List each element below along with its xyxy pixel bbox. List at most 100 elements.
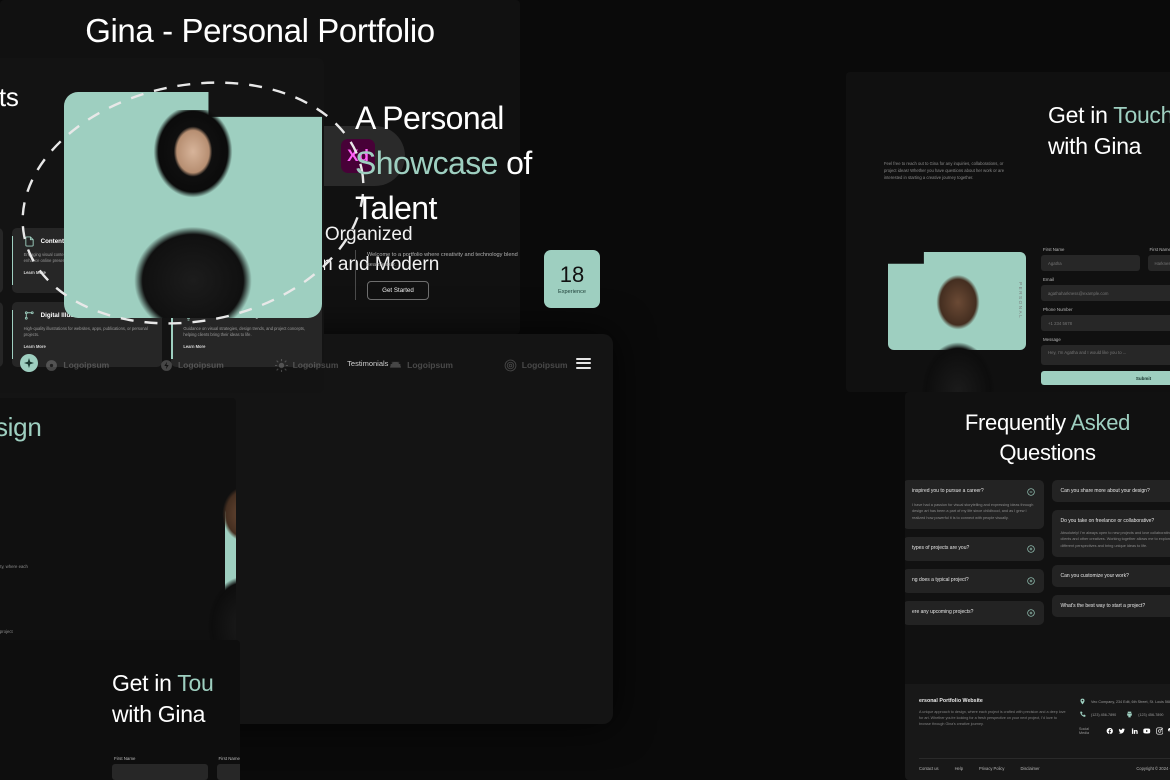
contact-form: First Name Agatha First Name Harkness Em… bbox=[1041, 247, 1170, 385]
faq-preview-panel: Frequently Asked Questions inspired you … bbox=[905, 392, 1170, 780]
faq-heading: Frequently Asked Questions bbox=[905, 392, 1170, 468]
location-pin-icon bbox=[1080, 698, 1085, 705]
email-input[interactable]: agathaharkness@example.com bbox=[1041, 285, 1170, 301]
faq-question-row[interactable]: types of projects are you? bbox=[912, 545, 1035, 553]
service-card-body: Guidance on visual strategies, design tr… bbox=[183, 326, 306, 338]
footer-fax-row: (123) 456-7890 bbox=[1126, 711, 1163, 718]
footer-contact-block: Veo Company, 234 Edit, 6th Street, St. L… bbox=[1079, 698, 1170, 735]
footer-link-disclaimer[interactable]: Disclaimer bbox=[1020, 766, 1039, 771]
faq-heading-line2: Questions bbox=[999, 440, 1096, 465]
hero-tagline-block: Welcome to a portfolio where creativity … bbox=[355, 250, 530, 300]
facebook-icon[interactable] bbox=[1106, 727, 1114, 735]
footer-phone-fax-row: (123) 456-7890 (123) 456-7890 bbox=[1079, 711, 1170, 724]
first-name-input[interactable] bbox=[112, 764, 208, 780]
twitter-icon[interactable] bbox=[1118, 727, 1126, 735]
logo-fingerprint-icon bbox=[504, 359, 517, 371]
footer-phone-row: (123) 456-7890 bbox=[1079, 711, 1116, 718]
first-name-input[interactable]: Agatha bbox=[1041, 255, 1140, 271]
phone-label: Phone Number bbox=[1043, 307, 1073, 312]
faq-question: Can you share more about your design? bbox=[1060, 488, 1150, 494]
presentation-canvas: Art Meets ation Step into a space where … bbox=[0, 0, 1170, 780]
faq-item[interactable]: ng does a typical project? bbox=[905, 569, 1044, 594]
contact-description: Feel free to reach out to Gina for any i… bbox=[884, 161, 1005, 180]
submit-button[interactable]: Submit bbox=[1041, 371, 1170, 385]
footer-address-row: Veo Company, 234 Edit, 6th Street, St. L… bbox=[1079, 698, 1170, 705]
youtube-icon[interactable] bbox=[1143, 727, 1151, 735]
site-footer: ersonal Portfolio Website A unique appro… bbox=[905, 684, 1170, 780]
journey-paragraph-1: Embark on a journey through a world of d… bbox=[0, 564, 28, 569]
person-photo-hero bbox=[110, 110, 276, 318]
footer-link-privacy-policy[interactable]: Privacy Policy bbox=[979, 766, 1004, 771]
faq-columns: inspired you to pursue a career? I have … bbox=[905, 480, 1170, 626]
faq-question: What's the best way to start a project? bbox=[1060, 603, 1146, 610]
faq-item[interactable]: Do you take on freelance or collaborativ… bbox=[1051, 510, 1170, 558]
minus-circle-icon[interactable] bbox=[1026, 488, 1035, 496]
faq-question: ng does a typical project? bbox=[912, 577, 969, 584]
first-name-label: First Name bbox=[1043, 247, 1065, 252]
contact2-heading: Get in Tou with Gina bbox=[0, 640, 240, 730]
faq-question-row[interactable]: What's the best way to start a project? bbox=[1061, 603, 1170, 609]
faq-item[interactable]: Can you share more about your design? bbox=[1051, 480, 1170, 502]
footer-phone: (123) 456-7890 bbox=[1091, 712, 1117, 717]
footer-brand-block: ersonal Portfolio Website A unique appro… bbox=[919, 698, 1067, 735]
service-card[interactable]: Learn More bbox=[0, 228, 3, 293]
instagram-icon[interactable] bbox=[1156, 727, 1164, 735]
footer-links: Contact us Help Privacy Policy Disclaime… bbox=[919, 766, 1040, 771]
client-logo-item: Logoipsum bbox=[160, 359, 224, 372]
last-name-input[interactable]: Harkness bbox=[1147, 255, 1170, 271]
faq-item[interactable]: What's the best way to start a project? bbox=[1051, 595, 1170, 618]
logo-wave-icon bbox=[390, 361, 402, 368]
footer-link-contact-us[interactable]: Contact us bbox=[919, 766, 939, 771]
client-logo-label: Logoipsum bbox=[177, 360, 224, 370]
faq-question-row[interactable]: ng does a typical project? bbox=[912, 577, 1035, 585]
contact-heading-accent: Touch bbox=[1113, 102, 1170, 128]
faq-question-row[interactable]: inspired you to pursue a career? bbox=[912, 488, 1035, 496]
linkedin-icon[interactable] bbox=[1131, 727, 1139, 735]
client-logos-strip: Logoipsum Logoipsum Logoipsum Logoipsum … bbox=[0, 340, 613, 390]
contact-heading: Get in Touch with Gina bbox=[1048, 100, 1170, 162]
client-logo-item: Logoipsum bbox=[274, 358, 338, 372]
faq-item[interactable]: types of projects are you? bbox=[905, 537, 1044, 562]
last-name-input[interactable] bbox=[216, 764, 240, 780]
vertical-label-personal: PERSONAL bbox=[1018, 282, 1023, 320]
first-name-group: First Name bbox=[112, 756, 208, 780]
phone-input[interactable]: +1 234 5678 bbox=[1041, 315, 1170, 331]
name-row: First Name Agatha First Name Harkness bbox=[1041, 247, 1170, 277]
journey-photo bbox=[113, 448, 236, 670]
hero-tagline: Welcome to a portfolio where creativity … bbox=[367, 252, 518, 268]
faq-question: inspired you to pursue a career? bbox=[912, 488, 984, 494]
faq-item[interactable]: inspired you to pursue a career? I have … bbox=[905, 480, 1044, 530]
plus-circle-icon[interactable] bbox=[1026, 545, 1035, 553]
last-name-group: First Name Harkness bbox=[1147, 247, 1170, 277]
get-started-button[interactable]: Get Started bbox=[367, 281, 429, 300]
client-logo-item: Logoipsum bbox=[389, 359, 453, 372]
contact2-form: First Name First Name bbox=[112, 756, 240, 780]
faq-item[interactable]: ere any upcoming projects? bbox=[905, 601, 1044, 626]
message-input[interactable]: Hey, I'm Agatha and I would like you to … bbox=[1041, 345, 1170, 365]
hero-heading: A Personal Showcase of Talent bbox=[355, 96, 595, 231]
last-name-label: First Name bbox=[218, 756, 240, 761]
first-name-group: First Name Agatha bbox=[1041, 247, 1140, 277]
plus-circle-icon[interactable] bbox=[1026, 609, 1035, 617]
contact-photo bbox=[884, 252, 1026, 392]
faq-item[interactable]: Can you customize your work? bbox=[1051, 565, 1170, 588]
footer-copyright: Copyright © 2024 - Gi bbox=[1136, 766, 1170, 771]
plus-circle-icon[interactable] bbox=[1026, 577, 1035, 585]
footer-link-help[interactable]: Help bbox=[955, 766, 963, 771]
doc-icon bbox=[25, 236, 34, 247]
hero-heading-line2-rest: of bbox=[497, 145, 532, 181]
hero-heading-line1: A Personal bbox=[355, 100, 504, 136]
first-name-label: First Name bbox=[114, 756, 136, 761]
logo-bolt-icon bbox=[161, 359, 172, 371]
experience-number: 18 bbox=[559, 262, 585, 287]
faq-question-row[interactable]: Can you share more about your design? bbox=[1061, 488, 1170, 494]
faq-question-row[interactable]: Do you take on freelance or collaborativ… bbox=[1061, 518, 1170, 524]
hero-heading-line3: Talent bbox=[355, 190, 437, 226]
faq-question-row[interactable]: Can you customize your work? bbox=[1061, 573, 1170, 579]
faq-answer: I have had a passion for visual storytel… bbox=[912, 503, 1034, 520]
contact-heading-line2: with Gina bbox=[1048, 133, 1142, 159]
phone-icon bbox=[1080, 711, 1086, 717]
faq-answer: Absolutely! I'm always open to new proje… bbox=[1060, 531, 1170, 548]
contact-heading-line1: Get in Touch bbox=[1048, 100, 1170, 131]
faq-question-row[interactable]: ere any upcoming projects? bbox=[912, 609, 1035, 617]
